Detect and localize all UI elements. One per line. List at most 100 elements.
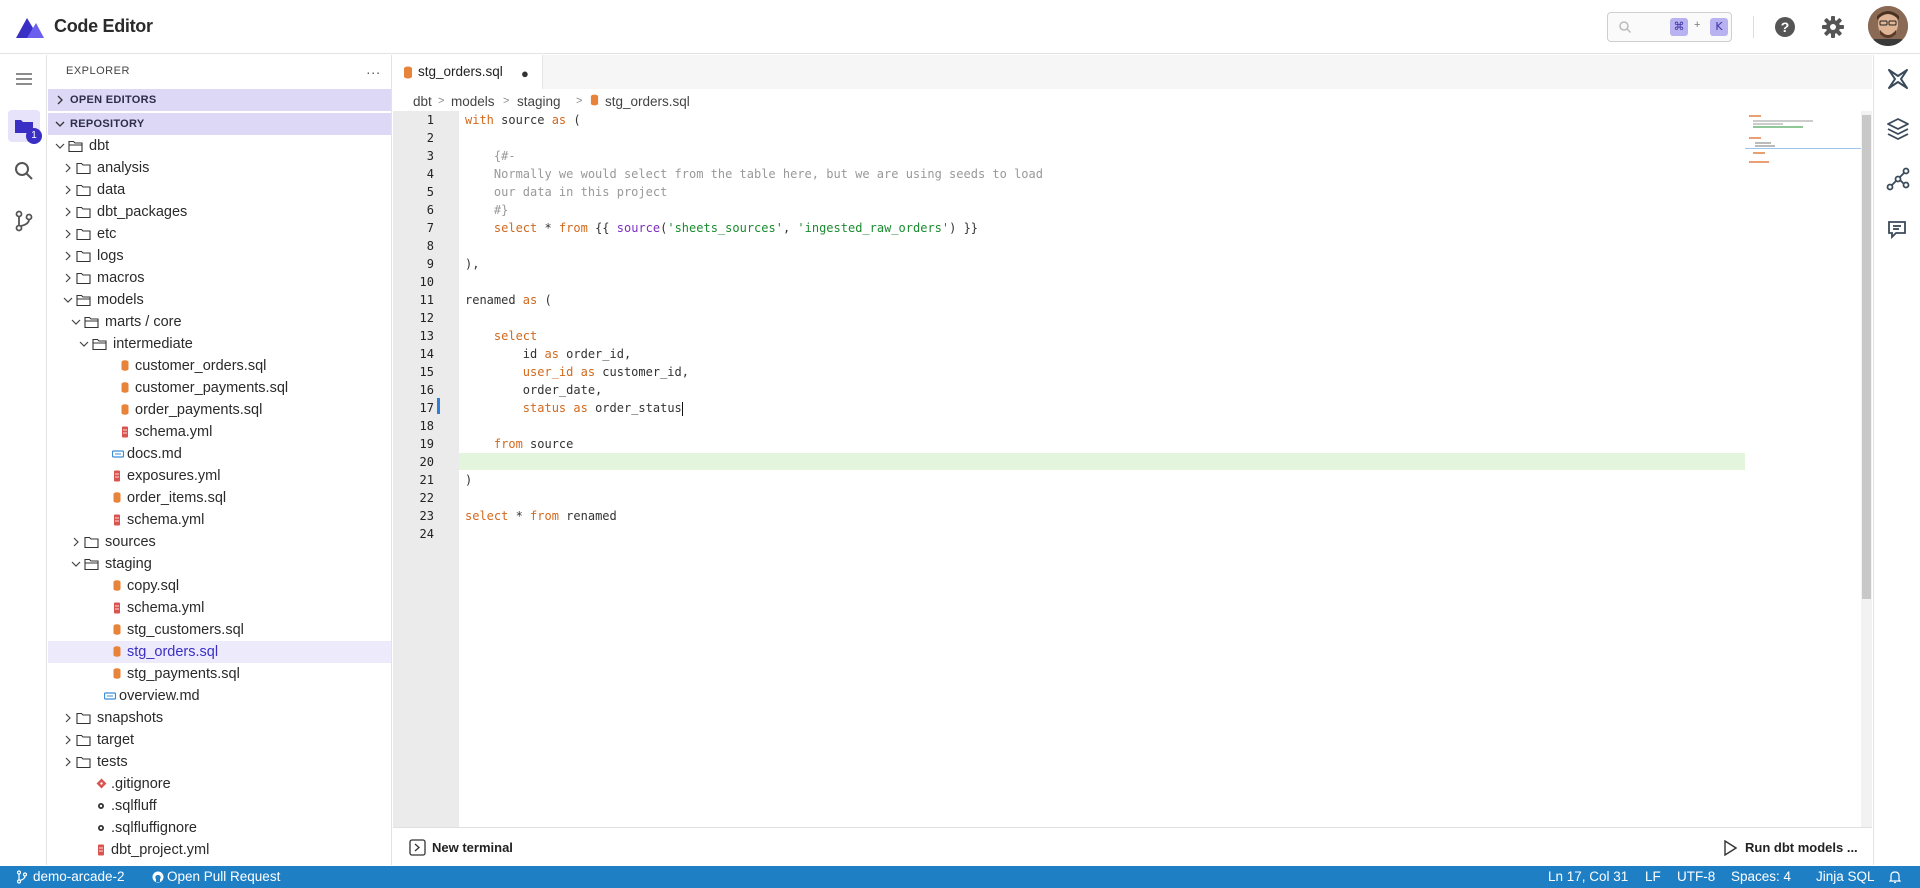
tree-file[interactable]: customer_payments.sql xyxy=(48,377,391,399)
tree-folder[interactable]: etc xyxy=(48,223,391,245)
dbt-logo-icon[interactable] xyxy=(1885,66,1911,92)
explorer-more-button[interactable]: ... xyxy=(366,61,381,77)
tree-file[interactable]: copy.sql xyxy=(48,575,391,597)
chevron-right-icon[interactable] xyxy=(62,206,74,218)
tree-folder[interactable]: marts / core xyxy=(48,311,391,333)
tree-file[interactable]: schema.yml xyxy=(48,597,391,619)
breadcrumb-item[interactable]: stg_orders.sql xyxy=(605,94,690,109)
search-icon xyxy=(1619,21,1632,34)
user-avatar[interactable] xyxy=(1868,6,1908,46)
chevron-down-icon[interactable] xyxy=(70,316,82,328)
tree-folder[interactable]: models xyxy=(48,289,391,311)
tree-folder[interactable]: target xyxy=(48,729,391,751)
chevron-right-icon[interactable] xyxy=(62,250,74,262)
sql-file-icon xyxy=(590,94,599,106)
unsaved-dot-icon[interactable]: ● xyxy=(521,66,529,81)
tree-folder[interactable]: dbt xyxy=(48,135,391,157)
tree-folder[interactable]: tests xyxy=(48,751,391,773)
tree-folder[interactable]: intermediate xyxy=(48,333,391,355)
tree-folder[interactable]: sources xyxy=(48,531,391,553)
code-token: our data in this project xyxy=(465,185,668,199)
line-number: 8 xyxy=(426,239,434,253)
chevron-right-icon[interactable] xyxy=(62,162,74,174)
vertical-scrollbar-thumb[interactable] xyxy=(1862,115,1871,599)
git-file-icon xyxy=(96,778,107,789)
search-sidebar-icon[interactable] xyxy=(8,155,40,187)
tree-file[interactable]: stg_orders.sql xyxy=(48,641,391,663)
folder-icon xyxy=(76,250,91,263)
settings-gear-icon[interactable] xyxy=(1820,14,1846,40)
tree-file[interactable]: .sqlfluff xyxy=(48,795,391,817)
chevron-down-icon[interactable] xyxy=(54,140,66,152)
tree-file[interactable]: schema.yml xyxy=(48,509,391,531)
tree-folder[interactable]: analysis xyxy=(48,157,391,179)
chevron-down-icon[interactable] xyxy=(62,294,74,306)
tree-folder[interactable]: logs xyxy=(48,245,391,267)
breadcrumb-item[interactable]: staging xyxy=(517,94,561,109)
tree-folder[interactable]: dbt_packages xyxy=(48,201,391,223)
open-pull-request-link[interactable]: Open Pull Request xyxy=(167,869,280,884)
command-search-input[interactable]: ⌘ + K xyxy=(1607,12,1732,42)
file-encoding[interactable]: UTF-8 xyxy=(1677,869,1715,884)
chevron-right-icon[interactable] xyxy=(62,228,74,240)
chevron-down-icon[interactable] xyxy=(70,558,82,570)
tree-file[interactable]: overview.md xyxy=(48,685,391,707)
play-icon xyxy=(1724,840,1737,856)
notifications-bell-icon[interactable] xyxy=(1889,870,1901,884)
code-token: 'ingested_raw_orders' xyxy=(797,221,950,235)
editor-tab-bar: stg_orders.sql ● xyxy=(393,55,1872,89)
git-branch-label[interactable]: demo-arcade-2 xyxy=(33,869,125,884)
minimap[interactable] xyxy=(1745,111,1863,827)
source-control-icon[interactable] xyxy=(8,205,40,237)
menu-hamburger-icon[interactable] xyxy=(8,63,40,95)
repository-section[interactable]: REPOSITORY xyxy=(48,113,391,135)
tree-item-label: dbt_packages xyxy=(97,204,188,220)
breadcrumb-item[interactable]: models xyxy=(451,94,495,109)
tree-file[interactable]: .gitignore xyxy=(48,773,391,795)
chevron-right-icon[interactable] xyxy=(62,184,74,196)
chevron-right-icon[interactable] xyxy=(62,712,74,724)
line-number: 21 xyxy=(419,473,434,487)
chevron-right-icon[interactable] xyxy=(70,536,82,548)
tree-file[interactable]: order_items.sql xyxy=(48,487,391,509)
tree-file[interactable]: schema.yml xyxy=(48,421,391,443)
tree-folder[interactable]: staging xyxy=(48,553,391,575)
run-dbt-models-button[interactable]: Run dbt models ... xyxy=(1723,838,1868,858)
language-mode[interactable]: Jinja SQL xyxy=(1816,869,1875,884)
tree-file[interactable]: docs.md xyxy=(48,443,391,465)
code-token: as xyxy=(544,347,559,361)
folder-icon xyxy=(76,228,91,241)
editor-tab[interactable]: stg_orders.sql ● xyxy=(393,55,543,89)
chevron-right-icon[interactable] xyxy=(62,734,74,746)
chevron-right-icon[interactable] xyxy=(62,756,74,768)
layers-icon[interactable] xyxy=(1885,116,1911,142)
end-of-line[interactable]: LF xyxy=(1645,869,1661,884)
tree-folder[interactable]: macros xyxy=(48,267,391,289)
open-editors-section[interactable]: OPEN EDITORS xyxy=(48,89,391,111)
lineage-graph-icon[interactable] xyxy=(1885,166,1911,192)
code-line: with source as ( xyxy=(465,111,581,129)
tree-folder[interactable]: snapshots xyxy=(48,707,391,729)
folder-open-icon xyxy=(68,140,83,153)
code-editor[interactable]: with source as ( {#- Normally we would s… xyxy=(459,111,1749,827)
tree-folder[interactable]: data xyxy=(48,179,391,201)
explorer-files-button[interactable]: 1 xyxy=(8,110,42,144)
tree-file[interactable]: customer_orders.sql xyxy=(48,355,391,377)
tree-file[interactable]: .sqlfluffignore xyxy=(48,817,391,839)
chevron-right-icon[interactable] xyxy=(62,272,74,284)
indentation-spaces[interactable]: Spaces: 4 xyxy=(1731,869,1791,884)
tree-file[interactable]: stg_payments.sql xyxy=(48,663,391,685)
folder-icon xyxy=(76,712,91,725)
chevron-down-icon[interactable] xyxy=(78,338,90,350)
cursor-position[interactable]: Ln 17, Col 31 xyxy=(1548,869,1628,884)
breadcrumb-item[interactable]: dbt xyxy=(413,94,432,109)
folder-icon xyxy=(84,536,99,549)
tree-item-label: schema.yml xyxy=(127,512,205,528)
tree-file[interactable]: order_payments.sql xyxy=(48,399,391,421)
chat-comments-icon[interactable] xyxy=(1885,216,1911,242)
tree-file[interactable]: dbt_project.yml xyxy=(48,839,391,861)
tree-file[interactable]: stg_customers.sql xyxy=(48,619,391,641)
help-icon[interactable]: ? xyxy=(1772,14,1798,40)
tree-file[interactable]: exposures.yml xyxy=(48,465,391,487)
